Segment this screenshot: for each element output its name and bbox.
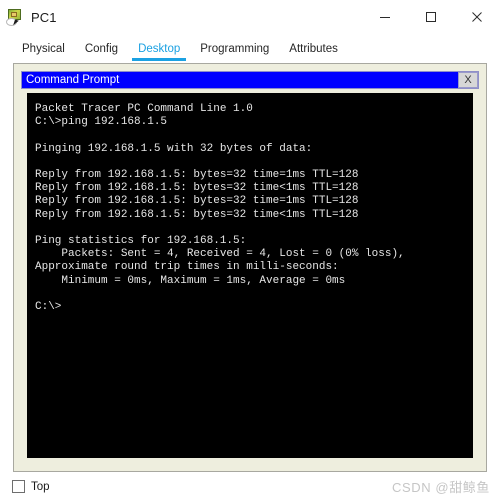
packet-tracer-pc-icon: [6, 8, 24, 27]
tab-physical[interactable]: Physical: [12, 42, 75, 61]
terminal-line: C:\>ping 192.168.1.5: [35, 116, 168, 129]
terminal-line: Approximate round trip times in milli-se…: [35, 261, 339, 274]
maximize-icon[interactable]: [408, 0, 454, 34]
top-checkbox-group[interactable]: Top: [12, 480, 50, 493]
terminal-line: Reply from 192.168.1.5: bytes=32 time=1m…: [35, 195, 359, 208]
command-prompt-close-button[interactable]: X: [458, 72, 478, 88]
terminal-output[interactable]: Packet Tracer PC Command Line 1.0 C:\>pin…: [27, 93, 473, 458]
command-prompt-window: Command Prompt X Packet Tracer PC Comman…: [21, 71, 479, 464]
tab-desktop[interactable]: Desktop: [128, 42, 190, 61]
terminal-line: Reply from 192.168.1.5: bytes=32 time<1m…: [35, 182, 359, 195]
top-checkbox[interactable]: [12, 480, 25, 493]
tab-programming[interactable]: Programming: [190, 42, 279, 61]
terminal-line: Reply from 192.168.1.5: bytes=32 time<1m…: [35, 208, 359, 221]
window-titlebar: PC1: [0, 0, 500, 34]
terminal-line: C:\>: [35, 300, 62, 313]
terminal-line: Ping statistics for 192.168.1.5:: [35, 234, 247, 247]
command-prompt-body-frame: Packet Tracer PC Command Line 1.0 C:\>pin…: [21, 89, 479, 464]
minimize-icon[interactable]: [362, 0, 408, 34]
top-checkbox-label: Top: [31, 480, 50, 493]
device-tabbar: Physical Config Desktop Programming Attr…: [0, 34, 500, 61]
window-controls: [362, 0, 500, 34]
csdn-watermark: CSDN @甜鲸鱼: [391, 480, 490, 495]
terminal-line: Minimum = 0ms, Maximum = 1ms, Average = …: [35, 274, 346, 287]
tab-config[interactable]: Config: [75, 42, 128, 61]
close-icon[interactable]: [454, 0, 500, 34]
window-footer: Top CSDN @甜鲸鱼: [0, 472, 500, 501]
desktop-panel: Command Prompt X Packet Tracer PC Comman…: [13, 63, 487, 472]
terminal-line: Packets: Sent = 4, Received = 4, Lost = …: [35, 248, 405, 261]
command-prompt-title: Command Prompt: [26, 74, 120, 86]
window-title: PC1: [31, 9, 57, 25]
tab-attributes[interactable]: Attributes: [279, 42, 348, 61]
pc1-device-window: PC1 Physical Config Desktop Programming …: [0, 0, 500, 501]
command-prompt-titlebar: Command Prompt X: [21, 71, 479, 89]
terminal-line: Packet Tracer PC Command Line 1.0: [35, 103, 253, 115]
terminal-line: Pinging 192.168.1.5 with 32 bytes of dat…: [35, 142, 313, 155]
terminal-line: Reply from 192.168.1.5: bytes=32 time=1m…: [35, 168, 359, 181]
